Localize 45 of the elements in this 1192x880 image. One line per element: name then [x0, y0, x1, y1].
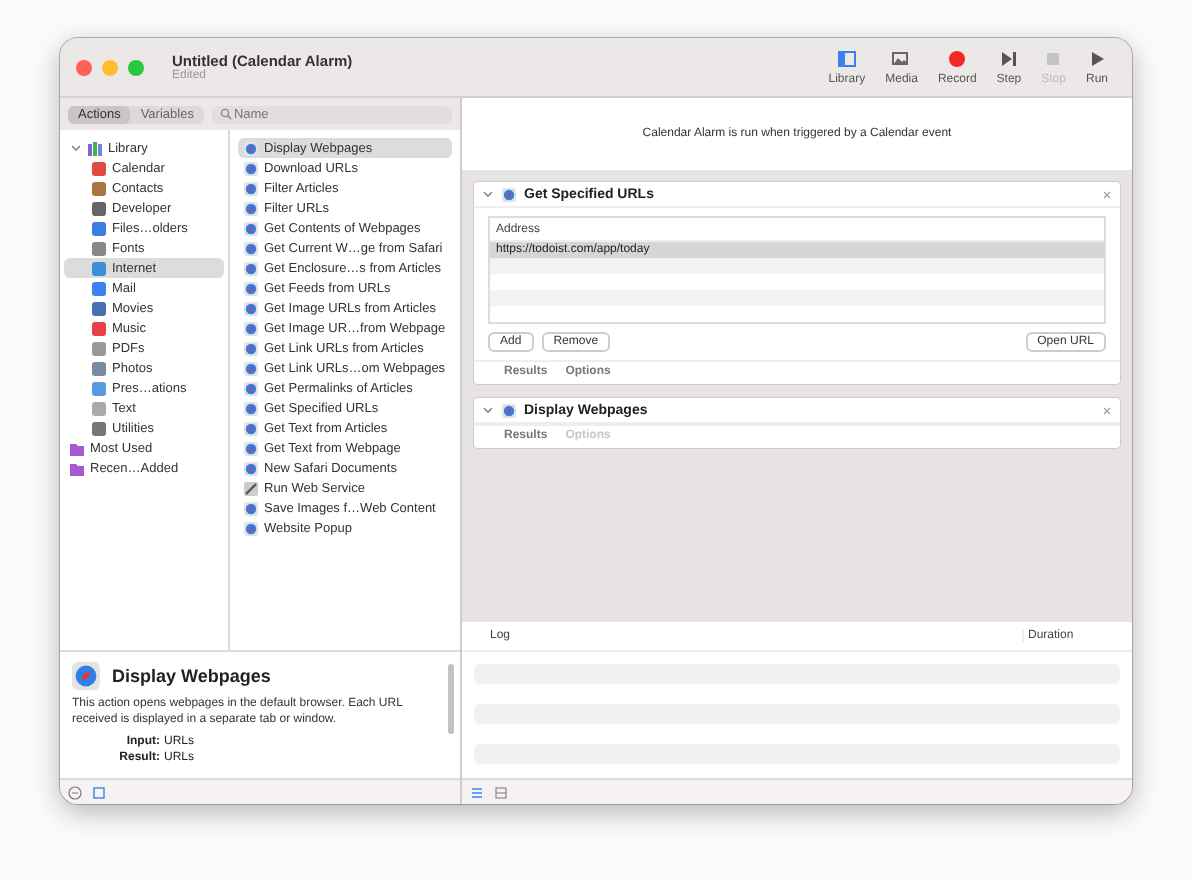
chevron-icon[interactable]	[70, 142, 82, 154]
compass-icon	[244, 361, 258, 375]
description-title: Display Webpages	[112, 666, 271, 686]
scrollbar[interactable]	[448, 664, 454, 734]
chevron-icon[interactable]	[482, 404, 494, 416]
close-icon[interactable]	[1102, 189, 1112, 199]
compass-icon	[244, 221, 258, 235]
photos-icon	[892, 49, 911, 67]
close-icon[interactable]	[1102, 405, 1112, 415]
zoom-button[interactable]	[128, 59, 144, 75]
compass-icon	[244, 201, 258, 215]
compass-icon	[244, 141, 258, 155]
compass-icon	[244, 241, 258, 255]
compass-icon	[502, 187, 516, 201]
search-icon	[219, 108, 232, 120]
compass-icon	[244, 341, 258, 355]
compass-icon	[244, 161, 258, 175]
list-icon[interactable]	[470, 785, 484, 799]
compass-icon	[244, 421, 258, 435]
compass-icon	[244, 281, 258, 295]
compass-icon	[244, 441, 258, 455]
compass-icon	[244, 321, 258, 335]
minimize-button[interactable]	[102, 59, 118, 75]
service-icon	[244, 481, 258, 495]
play-icon	[1087, 49, 1106, 67]
compass-icon	[244, 521, 258, 535]
compass-icon	[244, 181, 258, 195]
compass-icon	[502, 403, 516, 417]
books-icon	[88, 141, 102, 155]
compass-icon	[72, 662, 100, 690]
step-icon	[999, 49, 1018, 67]
compass-icon	[244, 261, 258, 275]
minus-circle-icon[interactable]	[68, 785, 82, 799]
compass-icon	[244, 461, 258, 475]
record-icon	[948, 49, 967, 67]
chevron-icon[interactable]	[482, 188, 494, 200]
compass-icon	[244, 381, 258, 395]
compass-icon	[244, 501, 258, 515]
split-view-icon[interactable]	[494, 785, 508, 799]
compass-icon	[244, 301, 258, 315]
compass-icon	[244, 401, 258, 415]
sidebar-icon	[837, 49, 856, 67]
close-button[interactable]	[76, 59, 92, 75]
note-icon[interactable]	[92, 785, 106, 799]
stop-icon	[1044, 49, 1063, 67]
